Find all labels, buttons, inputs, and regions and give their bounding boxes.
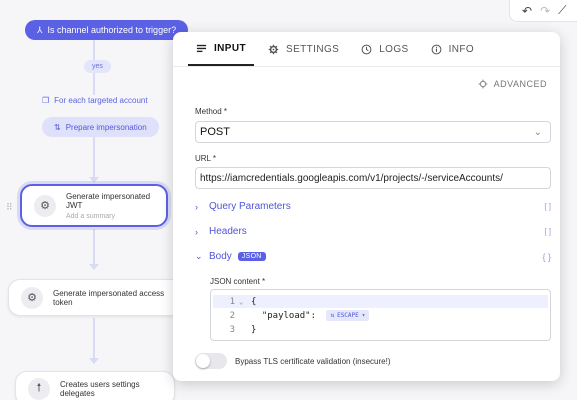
connector-line	[93, 73, 95, 95]
loop-icon: ❐	[42, 96, 50, 105]
advanced-label: ADVANCED	[493, 79, 547, 89]
url-label: URL *	[195, 154, 217, 163]
fold-icon[interactable]: ⌄	[239, 298, 251, 306]
panel-tabs: INPUT SETTINGS LOGS INFO	[173, 32, 560, 67]
query-parameters-section[interactable]: › Query Parameters [ ]	[195, 201, 551, 212]
code-line: 1 ⌄ {	[213, 295, 548, 308]
brackets-icon: [ ]	[544, 227, 551, 236]
condition-node[interactable]: ⅄ Is channel authorized to trigger?	[25, 20, 189, 40]
generate-access-token-node[interactable]: ⚙ Generate impersonated access token	[8, 279, 188, 316]
headers-section[interactable]: › Headers [ ]	[195, 226, 551, 237]
node-title: Creates users settings delegates	[60, 379, 140, 398]
body-section[interactable]: ⌄ Body JSON { }	[195, 251, 551, 262]
tab-label: INFO	[448, 43, 475, 55]
tab-label: INPUT	[214, 42, 246, 54]
connector-arrow	[89, 264, 99, 270]
prepare-label: Prepare impersonation	[65, 122, 147, 132]
loop-node[interactable]: ❐ For each targeted account	[42, 96, 148, 105]
script-icon: ⚙	[21, 286, 43, 309]
script-icon: ⚙	[34, 194, 56, 217]
url-input[interactable]: https://iamcredentials.googleapis.com/v1…	[195, 167, 551, 189]
section-title: Query Parameters	[209, 201, 291, 212]
bypass-tls-toggle[interactable]	[195, 353, 227, 369]
method-label: Method *	[195, 107, 228, 116]
connector-line	[93, 318, 95, 358]
json-editor[interactable]: 1 ⌄ { 2 "payload": ⇅ ESCAPE ▾ 3 }	[210, 289, 551, 341]
connector-line	[93, 137, 95, 177]
merge-icon: ⇅	[54, 122, 61, 132]
code-text: "payload":	[251, 310, 322, 321]
connector-line	[93, 40, 95, 60]
plug-icon: 🠕	[28, 377, 50, 400]
loop-label: For each targeted account	[54, 96, 148, 105]
connector-arrow	[89, 177, 99, 183]
bypass-tls-label: Bypass TLS certificate validation (insec…	[235, 356, 391, 366]
tab-info[interactable]: INFO	[423, 32, 483, 66]
advanced-button[interactable]: ADVANCED	[478, 79, 547, 89]
url-value: https://iamcredentials.googleapis.com/v1…	[200, 172, 503, 184]
node-config-panel: INPUT SETTINGS LOGS INFO ADVANCED Method…	[173, 32, 560, 381]
line-number: 3	[229, 324, 235, 335]
node-title: Generate impersonated access token	[53, 288, 165, 307]
undo-icon[interactable]: ↶	[522, 4, 532, 18]
tab-label: SETTINGS	[286, 43, 340, 55]
code-line: 3 }	[213, 323, 548, 336]
method-select[interactable]: POST ⌄	[195, 121, 551, 143]
dropdown-icon: ▾	[361, 312, 366, 319]
prepare-impersonation-node[interactable]: ⇅ Prepare impersonation	[42, 117, 159, 137]
code-text: }	[251, 324, 257, 335]
drag-handle-icon[interactable]: ⠿	[6, 202, 13, 213]
line-number: 1	[229, 296, 235, 307]
chevron-right-icon: ›	[195, 226, 198, 237]
tab-logs[interactable]: LOGS	[353, 32, 416, 66]
connector-arrow	[89, 358, 99, 364]
condition-label: Is channel authorized to trigger?	[47, 25, 177, 35]
gear-icon	[478, 79, 487, 89]
section-title: Body	[209, 251, 232, 262]
bypass-tls-row: Bypass TLS certificate validation (insec…	[195, 353, 390, 369]
info-icon	[431, 44, 442, 54]
list-icon	[196, 44, 207, 52]
branch-icon: ⅄	[37, 24, 43, 35]
section-title: Headers	[209, 226, 247, 237]
node-title: Generate impersonated JWT	[66, 191, 151, 210]
chevron-right-icon: ›	[195, 201, 198, 212]
chevron-down-icon: ⌄	[533, 126, 542, 138]
tab-settings[interactable]: SETTINGS	[260, 32, 347, 66]
connector-line	[93, 229, 95, 264]
escape-chip[interactable]: ⇅ ESCAPE ▾	[326, 310, 370, 321]
redo-icon[interactable]: ↷	[540, 4, 550, 18]
generate-jwt-node[interactable]: ⚙ Generate impersonated JWT Add a summar…	[20, 184, 168, 227]
code-line: 2 "payload": ⇅ ESCAPE ▾	[213, 309, 548, 322]
chevron-down-icon: ⌄	[195, 251, 203, 261]
code-text: {	[251, 296, 257, 307]
method-value: POST	[200, 126, 230, 138]
node-summary[interactable]: Add a summary	[66, 213, 154, 220]
gear-icon	[268, 44, 279, 54]
canvas-toolbar: ↶ ↷ ⟋	[509, 0, 577, 22]
json-badge: JSON	[237, 252, 266, 261]
clock-icon	[361, 44, 372, 54]
braces-icon: { }	[542, 251, 551, 262]
tab-input[interactable]: INPUT	[188, 32, 254, 66]
yes-label: yes	[92, 63, 103, 70]
merge-icon: ⇅	[330, 312, 335, 319]
json-content-label: JSON content *	[210, 277, 266, 286]
yes-branch-label[interactable]: yes	[84, 60, 111, 73]
line-number: 2	[229, 310, 235, 321]
tab-label: LOGS	[379, 43, 409, 55]
escape-label: ESCAPE	[337, 312, 359, 319]
create-delegates-node[interactable]: 🠕 Creates users settings delegates	[15, 371, 175, 400]
wand-icon[interactable]: ⟋	[558, 3, 566, 18]
brackets-icon: [ ]	[544, 202, 551, 211]
